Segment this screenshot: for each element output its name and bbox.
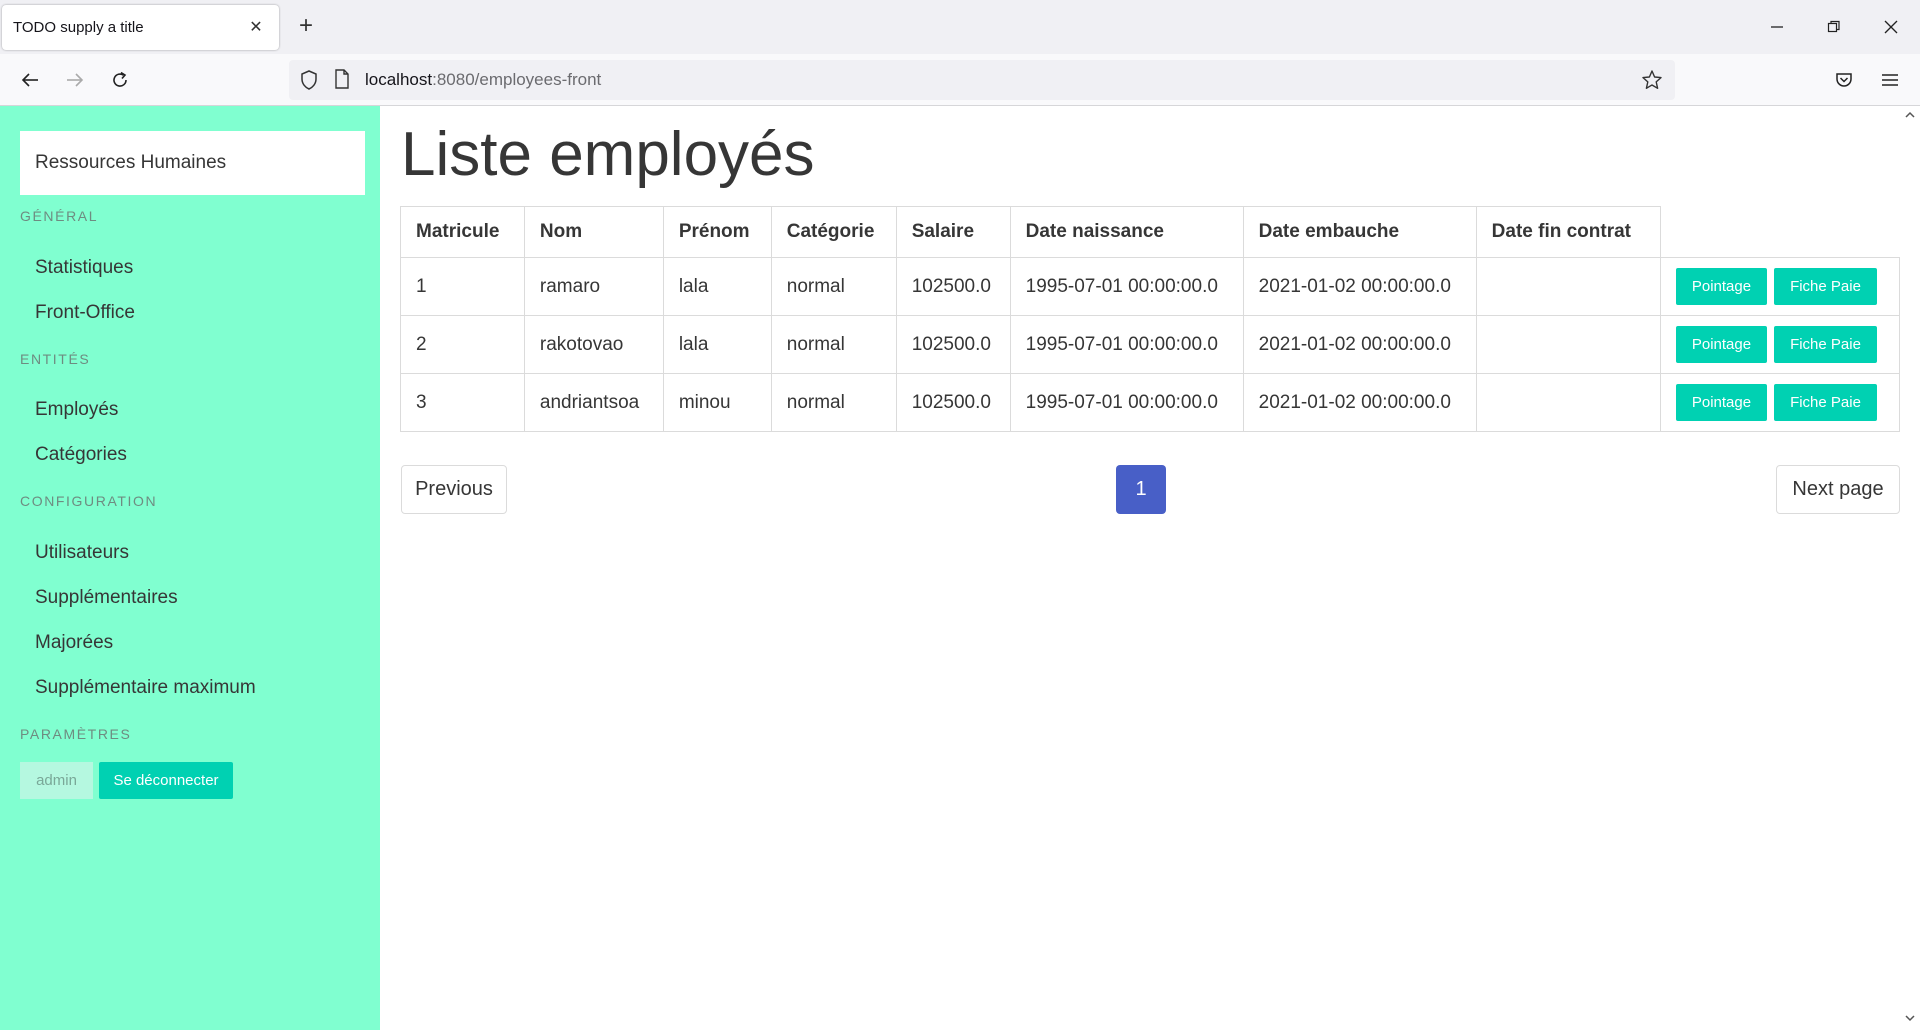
close-tab-icon[interactable]: ✕ xyxy=(243,14,269,40)
pointage-button[interactable]: Pointage xyxy=(1675,326,1768,363)
cell-categorie: normal xyxy=(770,373,897,432)
sidebar-item-employes[interactable]: Employés xyxy=(35,399,118,421)
column-header-actions xyxy=(1660,206,1900,258)
cell-date-fin-contrat xyxy=(1475,373,1661,432)
column-header-prenom: Prénom xyxy=(662,206,772,258)
brand-title[interactable]: Ressources Humaines xyxy=(20,131,365,195)
sidebar-item-supplementaire-maximum[interactable]: Supplémentaire maximum xyxy=(35,677,256,699)
cell-date-embauche: 2021-01-02 00:00:00.0 xyxy=(1242,257,1477,316)
sidebar-item-supplementaires[interactable]: Supplémentaires xyxy=(35,587,178,609)
cell-nom: andriantsoa xyxy=(523,373,664,432)
cell-date-fin-contrat xyxy=(1475,257,1661,316)
fiche-paie-button[interactable]: Fiche Paie xyxy=(1774,326,1877,363)
column-header-date-fin-contrat: Date fin contrat xyxy=(1475,206,1661,258)
url-host: localhost xyxy=(365,70,433,89)
reload-icon[interactable] xyxy=(104,64,136,96)
sidebar-item-utilisateurs[interactable]: Utilisateurs xyxy=(35,542,129,564)
cell-nom: rakotovao xyxy=(523,315,664,374)
scroll-up-icon[interactable] xyxy=(1904,109,1916,121)
browser-nav-bar: localhost:8080/employees-front xyxy=(0,54,1920,106)
cell-prenom: minou xyxy=(662,373,772,432)
minimize-icon[interactable] xyxy=(1762,12,1792,42)
menu-hamburger-icon[interactable] xyxy=(1874,64,1906,96)
sidebar: Ressources Humaines Général Statistiques… xyxy=(0,106,380,1030)
column-header-salaire: Salaire xyxy=(895,206,1011,258)
cell-date-naissance: 1995-07-01 00:00:00.0 xyxy=(1009,315,1244,374)
shield-icon[interactable] xyxy=(299,69,319,96)
pointage-button[interactable]: Pointage xyxy=(1675,384,1768,421)
pocket-icon[interactable] xyxy=(1828,64,1860,96)
cell-categorie: normal xyxy=(770,315,897,374)
cell-actions: Pointage Fiche Paie xyxy=(1659,257,1901,316)
cell-salaire: 102500.0 xyxy=(895,257,1011,316)
bookmark-star-icon[interactable] xyxy=(1641,69,1663,96)
menu-label-parametres: Paramètres xyxy=(20,726,132,742)
cell-salaire: 102500.0 xyxy=(895,373,1011,432)
cell-categorie: normal xyxy=(770,257,897,316)
url-bar[interactable]: localhost:8080/employees-front xyxy=(289,60,1675,100)
cell-matricule: 1 xyxy=(400,257,525,316)
page-icon xyxy=(334,69,350,94)
column-header-nom: Nom xyxy=(523,206,664,258)
employees-table: Matricule Nom Prénom Catégorie Salaire D… xyxy=(400,206,1901,432)
sidebar-item-categories[interactable]: Catégories xyxy=(35,444,127,466)
menu-label-entites: Entités xyxy=(20,351,91,367)
cell-date-embauche: 2021-01-02 00:00:00.0 xyxy=(1242,315,1477,374)
cell-prenom: lala xyxy=(662,257,772,316)
column-header-matricule: Matricule xyxy=(400,206,525,258)
table-row: 2 rakotovao lala normal 102500.0 1995-07… xyxy=(400,315,1901,374)
cell-date-naissance: 1995-07-01 00:00:00.0 xyxy=(1009,373,1244,432)
column-header-date-embauche: Date embauche xyxy=(1242,206,1477,258)
cell-actions: Pointage Fiche Paie xyxy=(1659,315,1901,374)
sidebar-item-majorees[interactable]: Majorées xyxy=(35,632,113,654)
pointage-button[interactable]: Pointage xyxy=(1675,268,1768,305)
pagination-page-current[interactable]: 1 xyxy=(1116,465,1166,514)
logout-button[interactable]: Se déconnecter xyxy=(99,762,233,799)
cell-matricule: 2 xyxy=(400,315,525,374)
sidebar-item-statistiques[interactable]: Statistiques xyxy=(35,257,133,279)
new-tab-icon[interactable]: + xyxy=(292,12,320,40)
scroll-down-icon[interactable] xyxy=(1904,1012,1916,1024)
cell-prenom: lala xyxy=(662,315,772,374)
sidebar-item-front-office[interactable]: Front-Office xyxy=(35,302,135,324)
table-row: 3 andriantsoa minou normal 102500.0 1995… xyxy=(400,373,1901,432)
cell-nom: ramaro xyxy=(523,257,664,316)
menu-label-general: Général xyxy=(20,208,99,224)
forward-arrow-icon[interactable] xyxy=(59,64,91,96)
tab-title: TODO supply a title xyxy=(13,19,144,36)
fiche-paie-button[interactable]: Fiche Paie xyxy=(1774,384,1877,421)
column-header-categorie: Catégorie xyxy=(770,206,897,258)
cell-date-naissance: 1995-07-01 00:00:00.0 xyxy=(1009,257,1244,316)
restore-icon[interactable] xyxy=(1819,12,1849,42)
cell-salaire: 102500.0 xyxy=(895,315,1011,374)
column-header-date-naissance: Date naissance xyxy=(1009,206,1244,258)
user-tag: admin xyxy=(20,762,93,799)
page-title: Liste employés xyxy=(401,120,815,189)
fiche-paie-button[interactable]: Fiche Paie xyxy=(1774,268,1877,305)
cell-matricule: 3 xyxy=(400,373,525,432)
main-content: Liste employés Matricule Nom Prénom Caté… xyxy=(400,106,1901,1030)
menu-label-configuration: Configuration xyxy=(20,493,158,509)
pagination-previous-button[interactable]: Previous xyxy=(401,465,507,514)
cell-date-fin-contrat xyxy=(1475,315,1661,374)
cell-date-embauche: 2021-01-02 00:00:00.0 xyxy=(1242,373,1477,432)
url-path: :8080/employees-front xyxy=(432,70,602,89)
pagination-next-button[interactable]: Next page xyxy=(1776,465,1900,514)
browser-tab[interactable]: TODO supply a title ✕ xyxy=(2,5,279,50)
page-content: Ressources Humaines Général Statistiques… xyxy=(0,106,1920,1030)
close-window-icon[interactable] xyxy=(1876,12,1906,42)
cell-actions: Pointage Fiche Paie xyxy=(1659,373,1901,432)
table-row: 1 ramaro lala normal 102500.0 1995-07-01… xyxy=(400,257,1901,316)
back-arrow-icon[interactable] xyxy=(14,64,46,96)
browser-tab-bar: TODO supply a title ✕ + xyxy=(0,0,1920,54)
table-header-row: Matricule Nom Prénom Catégorie Salaire D… xyxy=(400,206,1900,258)
vertical-scrollbar[interactable] xyxy=(1900,106,1920,1030)
url-text[interactable]: localhost:8080/employees-front xyxy=(365,70,601,90)
